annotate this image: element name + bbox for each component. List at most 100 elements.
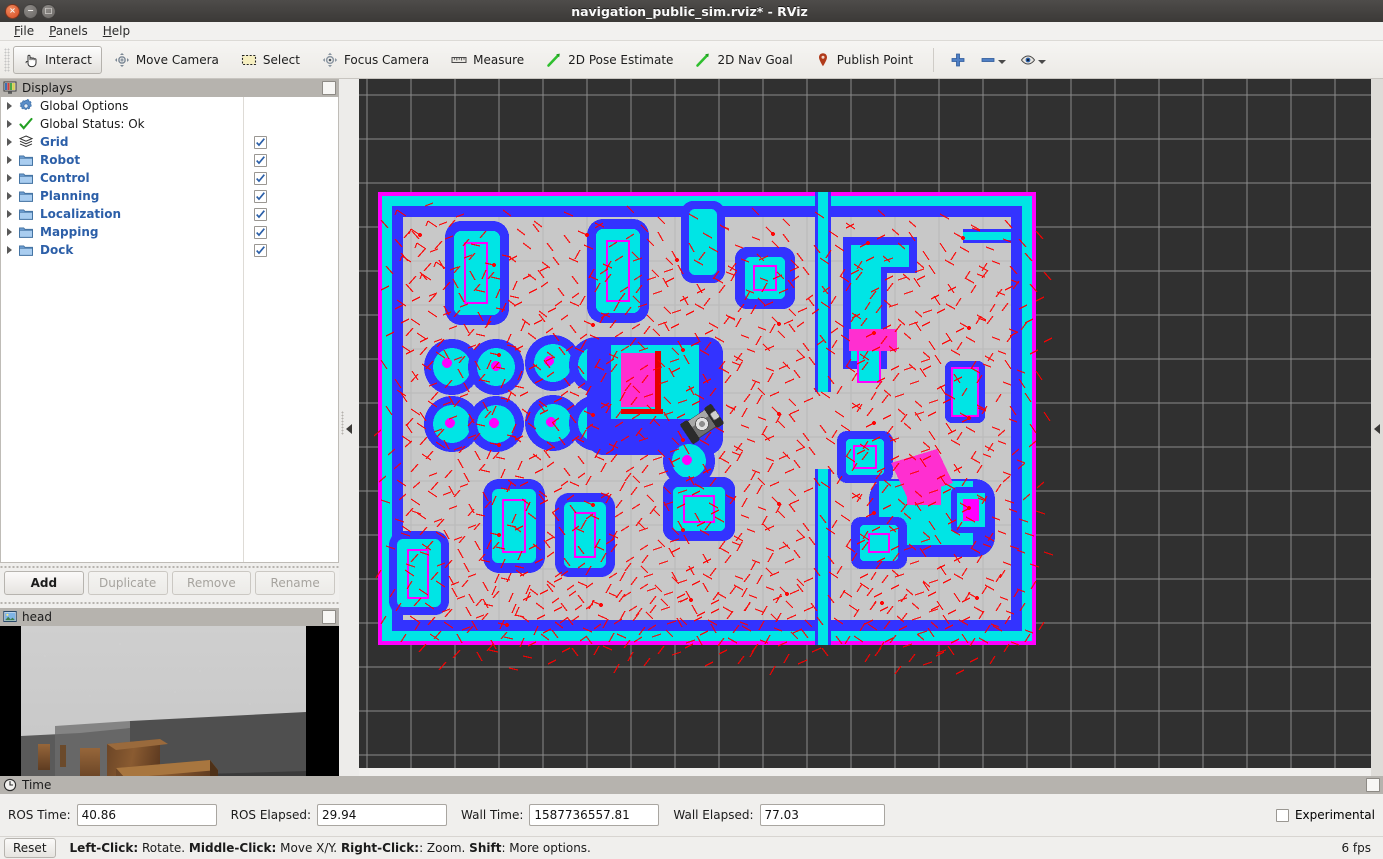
checkbox-row-planning[interactable]: [244, 187, 338, 205]
tree-item-grid[interactable]: Grid: [1, 133, 243, 151]
enable-checkbox[interactable]: [254, 207, 267, 221]
3d-viewport[interactable]: [359, 79, 1371, 768]
menu-panels[interactable]: Panels: [43, 23, 97, 39]
expand-arrow-icon[interactable]: [7, 192, 12, 200]
enable-checkbox[interactable]: [254, 225, 267, 239]
enable-checkbox[interactable]: [254, 189, 267, 203]
tool-select[interactable]: Select: [231, 46, 310, 74]
tool-publish-point[interactable]: Publish Point: [805, 46, 923, 74]
tree-item-control[interactable]: Control: [1, 169, 243, 187]
hint-left-click: Left-Click:: [69, 841, 139, 855]
left-panel-splitter[interactable]: [339, 79, 359, 778]
tool-measure[interactable]: Measure: [441, 46, 534, 74]
expand-arrow-icon[interactable]: [7, 210, 12, 218]
expand-arrow-icon[interactable]: [7, 174, 12, 182]
enable-checkbox[interactable]: [254, 153, 267, 167]
tree-item-label: Planning: [40, 189, 100, 203]
tree-item-label: Mapping: [40, 225, 99, 239]
tool-interact[interactable]: Interact: [13, 45, 102, 74]
enable-checkbox[interactable]: [254, 171, 267, 185]
panel-splitter-handle[interactable]: [0, 599, 339, 607]
collapse-right-icon[interactable]: [1374, 423, 1380, 434]
hint-right-click: Right-Click:: [340, 841, 420, 855]
maximize-window-button[interactable]: □: [41, 3, 56, 19]
reset-button[interactable]: Reset: [4, 838, 56, 858]
menu-help[interactable]: Help: [97, 23, 139, 39]
expand-arrow-icon[interactable]: [7, 246, 12, 254]
tree-item-global-options[interactable]: Global Options: [1, 97, 243, 115]
tool-2d-nav-goal[interactable]: 2D Nav Goal: [685, 46, 802, 74]
add-tool-button[interactable]: [943, 52, 973, 68]
tool-focus-camera-label: Focus Camera: [343, 52, 430, 67]
folder-icon: [18, 170, 34, 186]
remove-tool-button[interactable]: [973, 52, 1013, 68]
maximize-icon: □: [44, 6, 53, 15]
checkbox-row-grid[interactable]: [244, 133, 338, 151]
toolbar-grip[interactable]: [4, 47, 10, 72]
costmap-overlay: [373, 192, 1054, 676]
float-panel-button[interactable]: [322, 81, 336, 95]
checkbox-row-dock[interactable]: [244, 241, 338, 259]
tool-2d-pose-estimate-label: 2D Pose Estimate: [568, 52, 674, 67]
checkbox-row-robot[interactable]: [244, 151, 338, 169]
enable-checkbox[interactable]: [254, 135, 267, 149]
tool-2d-nav-goal-label: 2D Nav Goal: [717, 52, 793, 67]
tree-item-global-status[interactable]: Global Status: Ok: [1, 115, 243, 133]
tool-2d-pose-estimate[interactable]: 2D Pose Estimate: [536, 46, 683, 74]
tree-item-planning[interactable]: Planning: [1, 187, 243, 205]
tree-item-label: Global Options: [40, 99, 129, 113]
remove-button[interactable]: Remove: [171, 571, 252, 595]
tool-focus-camera[interactable]: Focus Camera: [312, 46, 439, 74]
tree-item-label: Localization: [40, 207, 122, 221]
wall-elapsed-label: Wall Elapsed:: [673, 808, 754, 822]
rviz-window: × − □ navigation_public_sim.rviz* - RViz…: [0, 0, 1383, 859]
duplicate-button[interactable]: Duplicate: [87, 571, 168, 595]
minimize-window-button[interactable]: −: [23, 3, 38, 19]
ros-elapsed-input[interactable]: 29.94: [317, 804, 448, 826]
experimental-checkbox[interactable]: [1275, 808, 1289, 822]
checkbox-spacer: [244, 115, 338, 133]
collapse-left-icon[interactable]: [346, 423, 352, 434]
wall-elapsed-input[interactable]: 77.03: [759, 804, 885, 826]
tree-item-robot[interactable]: Robot: [1, 151, 243, 169]
rename-button-label: Rename: [270, 576, 320, 590]
hint-more-options: : More options.: [501, 841, 591, 855]
wall-time-input[interactable]: 1587736557.81: [529, 804, 660, 826]
chevron-down-icon[interactable]: [998, 59, 1007, 64]
ruler-icon: [451, 52, 467, 68]
tool-move-camera[interactable]: Move Camera: [104, 46, 229, 74]
tree-item-dock[interactable]: Dock: [1, 241, 243, 259]
chevron-down-icon[interactable]: [1038, 59, 1047, 64]
camera-panel-header: head: [0, 608, 339, 626]
checkbox-row-control[interactable]: [244, 169, 338, 187]
expand-arrow-icon[interactable]: [7, 138, 12, 146]
expand-arrow-icon[interactable]: [7, 120, 12, 128]
add-button-label: Add: [30, 576, 58, 590]
tree-item-mapping[interactable]: Mapping: [1, 223, 243, 241]
rename-button[interactable]: Rename: [255, 571, 335, 595]
visibility-button[interactable]: [1013, 52, 1053, 68]
add-button[interactable]: Add: [4, 571, 84, 595]
folder-icon: [18, 152, 34, 168]
enable-checkbox[interactable]: [254, 243, 267, 257]
checkbox-row-mapping[interactable]: [244, 223, 338, 241]
panel-splitter-handle[interactable]: [0, 563, 339, 571]
tree-item-localization[interactable]: Localization: [1, 205, 243, 223]
checkbox-row-localization[interactable]: [244, 205, 338, 223]
splitter-grip[interactable]: [341, 410, 344, 435]
close-window-button[interactable]: ×: [5, 3, 20, 19]
title-bar: × − □ navigation_public_sim.rviz* - RViz: [0, 0, 1383, 22]
right-panel-splitter[interactable]: [1371, 79, 1383, 778]
expand-arrow-icon[interactable]: [7, 102, 12, 110]
ros-time-input[interactable]: 40.86: [76, 804, 217, 826]
ros-time-label: ROS Time:: [8, 808, 71, 822]
expand-arrow-icon[interactable]: [7, 156, 12, 164]
float-panel-button[interactable]: [322, 610, 336, 624]
menu-file[interactable]: File: [8, 23, 43, 39]
hint-rotate: Rotate.: [138, 841, 189, 855]
float-panel-button[interactable]: [1366, 778, 1380, 792]
expand-arrow-icon[interactable]: [7, 228, 12, 236]
hint-move-xy: Move X/Y.: [276, 841, 341, 855]
experimental-toggle[interactable]: Experimental: [1275, 808, 1375, 822]
clock-icon: [3, 778, 17, 792]
